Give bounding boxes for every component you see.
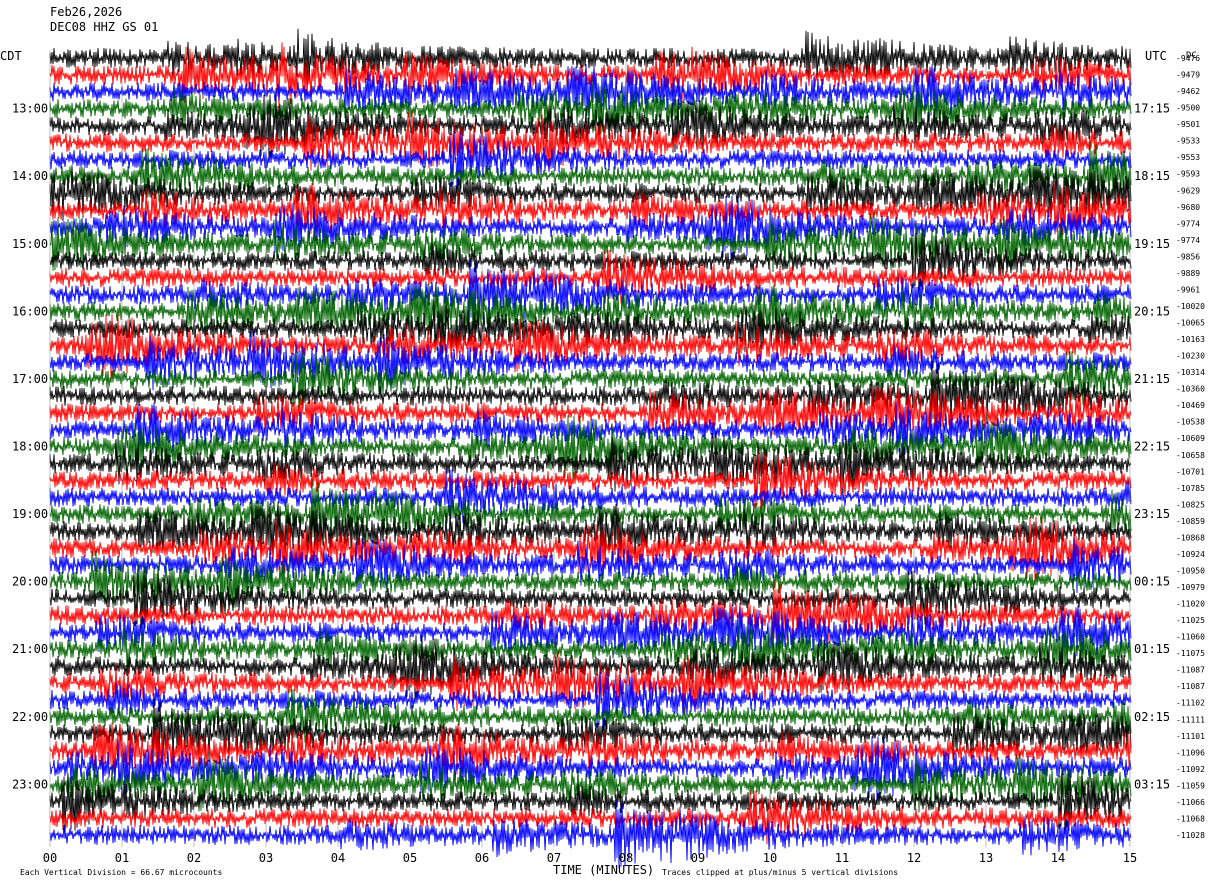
dc-offset-label: -9553: [1176, 153, 1200, 162]
local-time-labels: 13:00 14:00 15:00 16:00 17:00 18:00 19:00 20:00…: [12, 102, 48, 792]
x-tick-label: 02: [187, 851, 201, 865]
dc-offset-labels: -9476 -9479 -9462 -9500 -9501 -9533 -9553 -9593…: [1176, 54, 1205, 840]
x-tick-label: 01: [115, 851, 129, 865]
dc-offset-label: -10314: [1176, 368, 1205, 377]
trace-line: [49, 42, 1132, 109]
local-hour-label: 14:00: [12, 169, 48, 183]
dc-offset-label: -10950: [1176, 566, 1205, 575]
dc-offset-label: -9856: [1176, 252, 1200, 261]
x-tick-label: 00: [43, 851, 57, 865]
x-tick-label: 11: [835, 851, 849, 865]
x-tick-label: 05: [403, 851, 417, 865]
local-hour-label: 13:00: [12, 102, 48, 116]
dc-offset-label: -11087: [1176, 666, 1205, 675]
trace-line: [49, 651, 1132, 716]
dc-offset-label: -9476: [1176, 54, 1200, 63]
left-axis-title: CDT: [0, 49, 22, 63]
utc-hour-label: 19:15: [1134, 237, 1170, 251]
dc-offset-label: -10609: [1176, 434, 1205, 443]
dc-offset-label: -10360: [1176, 385, 1205, 394]
dc-offset-label: -9889: [1176, 269, 1200, 278]
x-tick-label: 09: [691, 851, 705, 865]
dc-offset-label: -10230: [1176, 352, 1205, 361]
dc-offset-label: -11096: [1176, 748, 1205, 757]
dc-offset-label: -11025: [1176, 616, 1205, 625]
local-hour-label: 23:00: [12, 777, 48, 791]
trace-lines: [49, 28, 1132, 869]
local-hour-label: 17:00: [12, 372, 48, 386]
scale-note: Each Vertical Division = 66.67 microcoun…: [20, 868, 222, 877]
local-hour-label: 18:00: [12, 440, 48, 454]
utc-hour-label: 17:15: [1134, 102, 1170, 116]
dc-offset-label: -11020: [1176, 600, 1205, 609]
x-axis-title: TIME (MINUTES): [553, 863, 654, 877]
dc-offset-label: -9462: [1176, 87, 1200, 96]
dc-offset-label: -11087: [1176, 682, 1205, 691]
x-tick-label: 04: [331, 851, 345, 865]
dc-offset-label: -10924: [1176, 550, 1205, 559]
helicorder-chart: Feb26,2026 DEC08 HHZ GS 01 CDT UTC DC 13…: [0, 5, 1205, 877]
x-tick-label: 10: [763, 851, 777, 865]
dc-offset-label: -10701: [1176, 467, 1205, 476]
dc-offset-label: -10538: [1176, 418, 1205, 427]
dc-offset-label: -11075: [1176, 649, 1205, 658]
local-hour-label: 20:00: [12, 575, 48, 589]
x-tick-label: 15: [1123, 851, 1137, 865]
dc-offset-label: -9629: [1176, 186, 1200, 195]
dc-offset-label: -9774: [1176, 236, 1200, 245]
dc-offset-label: -10020: [1176, 302, 1205, 311]
dc-offset-label: -11060: [1176, 633, 1205, 642]
utc-hour-label: 22:15: [1134, 440, 1170, 454]
dc-offset-label: -9593: [1176, 170, 1200, 179]
utc-hour-label: 00:15: [1134, 575, 1170, 589]
local-hour-label: 15:00: [12, 237, 48, 251]
x-tick-label: 13: [979, 851, 993, 865]
dc-offset-label: -11111: [1176, 715, 1205, 724]
x-tick-label: 03: [259, 851, 273, 865]
x-tick-label: 12: [907, 851, 921, 865]
dc-offset-label: -11066: [1176, 798, 1205, 807]
dc-offset-label: -10868: [1176, 533, 1205, 542]
utc-hour-label: 20:15: [1134, 304, 1170, 318]
dc-offset-label: -10065: [1176, 319, 1205, 328]
dc-offset-label: -11028: [1176, 831, 1205, 840]
dc-offset-label: -9500: [1176, 104, 1200, 113]
dc-offset-label: -9533: [1176, 137, 1200, 146]
dc-offset-label: -10785: [1176, 484, 1205, 493]
dc-offset-label: -9961: [1176, 285, 1200, 294]
dc-offset-label: -9479: [1176, 71, 1200, 80]
dc-offset-label: -9680: [1176, 203, 1200, 212]
utc-hour-label: 21:15: [1134, 372, 1170, 386]
station-label: DEC08 HHZ GS 01: [50, 20, 158, 34]
dc-offset-label: -10469: [1176, 401, 1205, 410]
dc-offset-label: -10658: [1176, 451, 1205, 460]
x-tick-label: 14: [1051, 851, 1065, 865]
utc-hour-label: 02:15: [1134, 710, 1170, 724]
x-tick-label: 06: [475, 851, 489, 865]
right-axis-title: UTC: [1145, 49, 1167, 63]
dc-offset-label: -11059: [1176, 781, 1205, 790]
local-hour-label: 16:00: [12, 304, 48, 318]
dc-offset-label: -11068: [1176, 814, 1205, 823]
utc-hour-label: 18:15: [1134, 169, 1170, 183]
local-hour-label: 22:00: [12, 710, 48, 724]
utc-hour-label: 03:15: [1134, 777, 1170, 791]
dc-offset-label: -9501: [1176, 120, 1200, 129]
dc-offset-label: -10163: [1176, 335, 1205, 344]
dc-offset-label: -11092: [1176, 765, 1205, 774]
utc-time-labels: 17:15 18:15 19:15 20:15 21:15 22:15 23:15 00:15…: [1134, 102, 1170, 792]
dc-offset-label: -11101: [1176, 732, 1205, 741]
dc-offset-label: -10859: [1176, 517, 1205, 526]
dc-offset-label: -11102: [1176, 699, 1205, 708]
dc-offset-label: -9774: [1176, 219, 1200, 228]
local-hour-label: 19:00: [12, 507, 48, 521]
date-label: Feb26,2026: [50, 5, 122, 19]
clip-note: Traces clipped at plus/minus 5 vertical …: [662, 868, 898, 877]
dc-offset-label: -10825: [1176, 500, 1205, 509]
dc-offset-label: -10979: [1176, 583, 1205, 592]
utc-hour-label: 01:15: [1134, 642, 1170, 656]
utc-hour-label: 23:15: [1134, 507, 1170, 521]
local-hour-label: 21:00: [12, 642, 48, 656]
